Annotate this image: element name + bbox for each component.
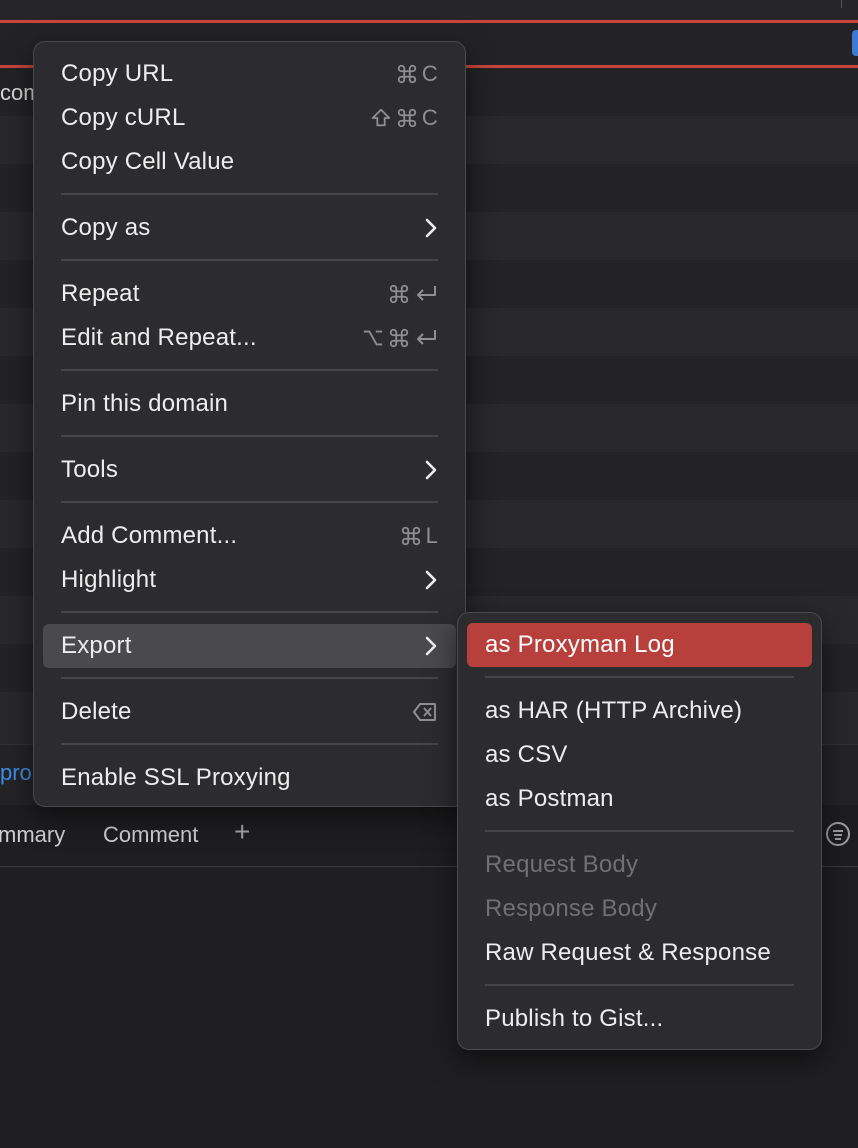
delete-label: Delete (61, 698, 132, 725)
export-postman-label: as Postman (485, 785, 614, 812)
export-request-body-label: Request Body (485, 851, 639, 878)
tab-comment[interactable]: Comment (103, 822, 198, 848)
export-har-label: as HAR (HTTP Archive) (485, 697, 743, 724)
copy-cell-value-item[interactable]: Copy Cell Value (43, 140, 456, 184)
export-raw-label: Raw Request & Response (485, 939, 771, 966)
export-response-body-item[interactable]: Response Body (467, 887, 812, 931)
copy-url-shortcut: C (396, 61, 438, 87)
delete-item[interactable]: Delete (43, 690, 456, 734)
add-comment-shortcut: L (400, 523, 438, 549)
delete-backward-icon (413, 703, 436, 721)
highlight-item[interactable]: Highlight (43, 558, 456, 602)
export-csv-item[interactable]: as CSV (467, 733, 812, 777)
copy-as-item[interactable]: Copy as (43, 206, 456, 250)
export-response-body-label: Response Body (485, 895, 658, 922)
add-tab-button[interactable]: + (234, 818, 250, 846)
edit-and-repeat-shortcut (362, 327, 438, 349)
option-icon (363, 330, 383, 346)
filter-icon[interactable] (826, 822, 850, 846)
tools-label: Tools (61, 456, 119, 483)
copy-curl-label: Copy cURL (61, 104, 186, 131)
publish-gist-item[interactable]: Publish to Gist... (467, 997, 812, 1041)
export-proxyman-log-label: as Proxyman Log (485, 631, 675, 658)
export-request-body-item[interactable]: Request Body (467, 843, 812, 887)
add-comment-item[interactable]: Add Comment... L (43, 514, 456, 558)
edit-and-repeat-label: Edit and Repeat... (61, 324, 257, 351)
menu-separator (61, 369, 438, 371)
enable-ssl-label: Enable SSL Proxying (61, 764, 291, 791)
menu-separator (61, 743, 438, 745)
export-submenu: as Proxyman Log as HAR (HTTP Archive) as… (457, 612, 822, 1050)
toolbar-divider (841, 0, 842, 8)
copy-curl-item[interactable]: Copy cURL C (43, 96, 456, 140)
repeat-label: Repeat (61, 280, 140, 307)
command-icon (401, 526, 420, 546)
command-icon (389, 284, 409, 304)
export-item[interactable]: Export (43, 624, 456, 668)
tools-item[interactable]: Tools (43, 448, 456, 492)
chevron-right-icon (424, 459, 438, 481)
tab-summary[interactable]: mmary (0, 822, 65, 848)
highlight-label: Highlight (61, 566, 157, 593)
context-menu: Copy URL C Copy cURL C Copy Cell Value C… (33, 41, 466, 807)
pin-domain-item[interactable]: Pin this domain (43, 382, 456, 426)
request-url-link[interactable]: pro (0, 760, 32, 786)
shortcut-key: L (425, 523, 438, 548)
enable-ssl-item[interactable]: Enable SSL Proxying (43, 756, 456, 800)
return-icon (417, 330, 436, 345)
copy-curl-shortcut: C (370, 105, 438, 131)
menu-separator (61, 611, 438, 613)
edit-and-repeat-item[interactable]: Edit and Repeat... (43, 316, 456, 360)
top-toolbar-strip (0, 0, 858, 20)
command-icon (397, 64, 417, 84)
export-har-item[interactable]: as HAR (HTTP Archive) (467, 689, 812, 733)
row-domain-text: com (0, 80, 34, 105)
menu-separator (485, 830, 794, 832)
command-icon (397, 108, 417, 128)
export-csv-label: as CSV (485, 741, 568, 768)
export-postman-item[interactable]: as Postman (467, 777, 812, 821)
menu-separator (61, 193, 438, 195)
export-raw-item[interactable]: Raw Request & Response (467, 931, 812, 975)
export-proxyman-log-item[interactable]: as Proxyman Log (467, 623, 812, 667)
repeat-shortcut (388, 283, 438, 305)
copy-cell-value-label: Copy Cell Value (61, 148, 235, 175)
menu-separator (61, 435, 438, 437)
chevron-right-icon (424, 217, 438, 239)
shortcut-key: C (421, 105, 438, 130)
pin-domain-label: Pin this domain (61, 390, 229, 417)
copy-as-label: Copy as (61, 214, 151, 241)
menu-separator (61, 677, 438, 679)
shortcut-key: C (421, 61, 438, 86)
copy-url-label: Copy URL (61, 60, 174, 87)
menu-separator (61, 259, 438, 261)
menu-separator (61, 501, 438, 503)
command-icon (389, 328, 409, 348)
chevron-right-icon (424, 635, 438, 657)
menu-separator (485, 676, 794, 678)
publish-gist-label: Publish to Gist... (485, 1005, 664, 1032)
chevron-right-icon (424, 569, 438, 591)
menu-separator (485, 984, 794, 986)
add-comment-label: Add Comment... (61, 522, 238, 549)
repeat-item[interactable]: Repeat (43, 272, 456, 316)
return-icon (417, 286, 436, 301)
shift-icon (371, 108, 391, 127)
blue-status-chip (852, 30, 858, 56)
copy-url-item[interactable]: Copy URL C (43, 52, 456, 96)
delete-shortcut (412, 701, 438, 723)
export-label: Export (61, 632, 132, 659)
